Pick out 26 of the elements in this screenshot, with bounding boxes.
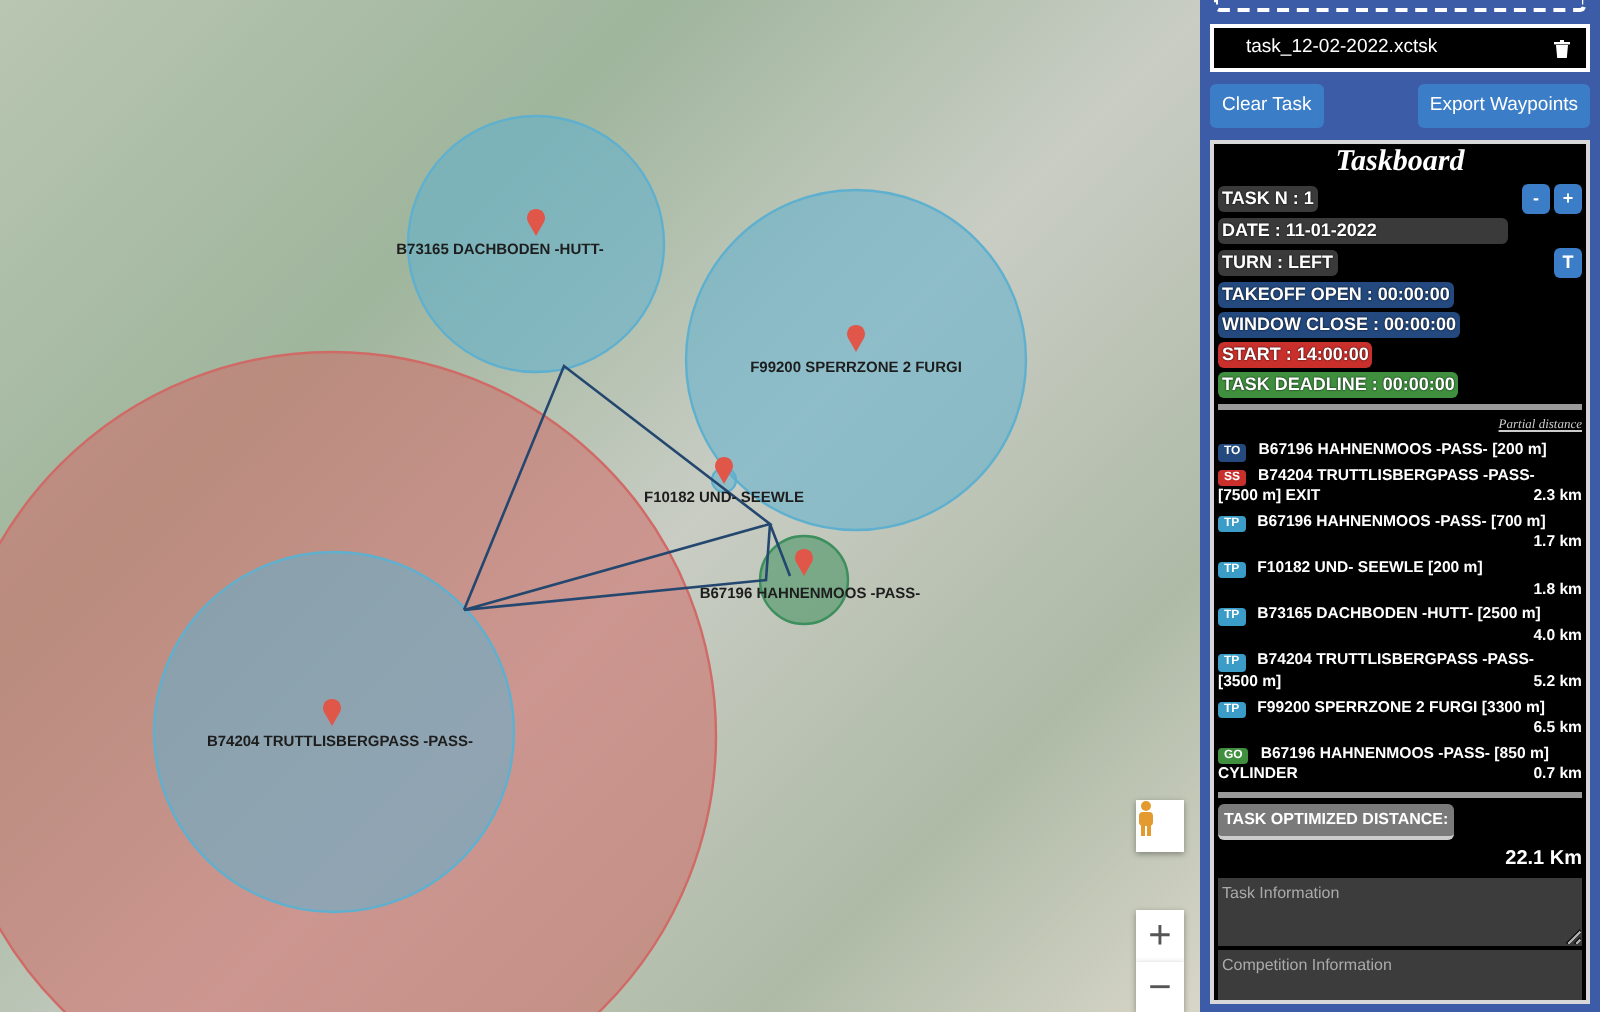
info-badge: TURN : LEFT: [1218, 250, 1337, 277]
action-button[interactable]: Export Waypoints: [1417, 84, 1590, 129]
zoom-out-button[interactable]: −: [1136, 962, 1184, 1012]
competition-info-field[interactable]: Competition Information: [1218, 949, 1582, 1000]
small-button[interactable]: T: [1554, 248, 1582, 279]
action-button[interactable]: Clear Task: [1210, 84, 1324, 129]
pin-icon: [795, 548, 813, 576]
total-distance: 22.1 Km: [1503, 845, 1582, 874]
info-badge: DATE : 11-01-2022: [1218, 218, 1508, 245]
info-badge: TASK N : 1: [1218, 186, 1318, 213]
pin-icon: [715, 456, 733, 484]
task-info-field[interactable]: Task Information: [1218, 877, 1582, 946]
small-button[interactable]: +: [1554, 184, 1582, 215]
info-badge: WINDOW CLOSE : 00:00:00: [1218, 312, 1461, 339]
file-name: task_12-02-2022.xctsk: [1246, 33, 1438, 62]
distance-label: TASK OPTIMIZED DISTANCE:: [1218, 803, 1455, 840]
zoom-in-button[interactable]: +: [1136, 910, 1184, 962]
small-button[interactable]: -: [1522, 184, 1550, 215]
panel-title: Taskboard: [1333, 144, 1467, 181]
pin-icon: [847, 324, 865, 352]
pin-icon: [527, 208, 545, 236]
info-badge: START : 14:00:00: [1218, 342, 1373, 369]
info-badge: TASK DEADLINE : 00:00:00: [1218, 372, 1459, 399]
info-badge: TAKEOFF OPEN : 00:00:00: [1218, 282, 1454, 309]
trash-icon[interactable]: [1554, 39, 1570, 57]
pin-icon: [323, 698, 341, 726]
